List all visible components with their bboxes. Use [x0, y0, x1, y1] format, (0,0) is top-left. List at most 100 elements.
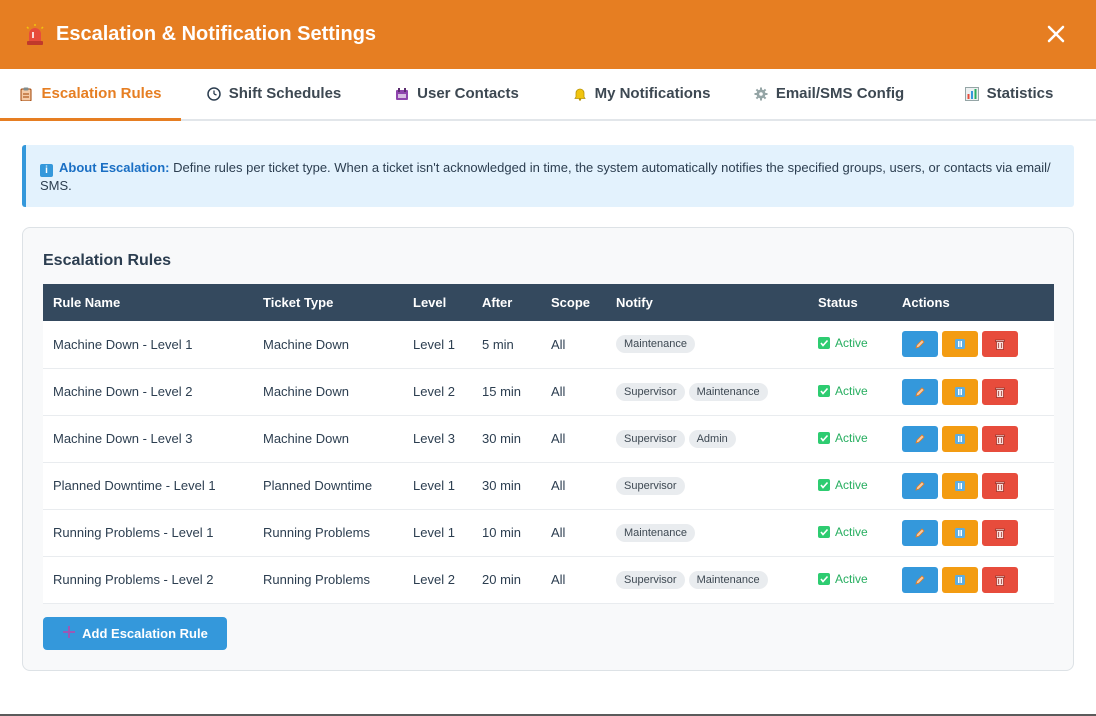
row-actions — [902, 472, 1044, 499]
delete-button[interactable] — [982, 331, 1018, 358]
status-text: Active — [835, 430, 868, 445]
column-header: After — [482, 295, 513, 310]
status-cell: Active — [808, 556, 892, 603]
trash-icon — [994, 574, 1006, 586]
table-header-row: Rule Name Ticket Type Level After Scope … — [43, 284, 1054, 321]
status-badge: Active — [818, 431, 868, 445]
notify-badge: Supervisor — [616, 382, 685, 401]
scope-cell: All — [551, 384, 566, 399]
row-actions — [902, 331, 1044, 358]
tab-escalation-rules[interactable]: Escalation Rules — [0, 69, 181, 121]
level-cell: Level 1 — [413, 336, 455, 352]
table-row: Running Problems - Level 1 Running Proble… — [43, 509, 1054, 556]
pause-button[interactable] — [942, 378, 978, 405]
pause-icon — [954, 338, 966, 350]
edit-button[interactable] — [902, 566, 938, 593]
actions-cell — [892, 462, 1054, 509]
row-actions — [902, 519, 1044, 546]
delete-button[interactable] — [982, 425, 1018, 452]
clock-icon — [206, 86, 221, 101]
level-cell: Level 1 — [413, 525, 455, 540]
scope-cell: All — [551, 431, 566, 446]
settings-modal: Escalation & Notification Settings Escal… — [0, 0, 1096, 714]
tab-user-contacts[interactable]: User Contacts — [367, 69, 547, 121]
pause-icon — [954, 480, 966, 492]
pencil-icon — [914, 433, 926, 445]
notify-badge: Maintenance — [688, 382, 768, 401]
plus-icon — [62, 625, 76, 642]
tab-label: User Contacts — [417, 85, 519, 102]
scope-cell: All — [551, 572, 566, 587]
tab-email-sms-config[interactable]: Email/SMS Config — [736, 69, 922, 121]
pencil-icon — [914, 527, 926, 539]
row-actions — [902, 566, 1044, 593]
status-badge: Active — [818, 572, 868, 586]
status-cell: Active — [808, 509, 892, 556]
bell-icon — [573, 87, 587, 101]
status-text: Active — [835, 383, 868, 398]
edit-button[interactable] — [902, 331, 938, 358]
tab-shift-schedules[interactable]: Shift Schedules — [181, 69, 367, 121]
notify-badge: Maintenance — [688, 570, 768, 589]
after-cell: 5 min — [482, 336, 514, 352]
tab-label: Shift Schedules — [228, 85, 342, 102]
pause-button[interactable] — [942, 566, 978, 593]
column-header: Level — [413, 295, 447, 310]
pause-button[interactable] — [942, 331, 978, 358]
check-icon — [818, 478, 830, 491]
level-cell: Level 2 — [413, 572, 455, 587]
rule-name-cell: Machine Down - Level 3 — [53, 431, 193, 446]
modal-title: Escalation & Notification Settings — [24, 23, 376, 46]
trash-icon — [994, 480, 1006, 492]
column-header: Actions — [902, 295, 950, 310]
status-badge: Active — [818, 336, 868, 350]
close-icon — [1047, 25, 1065, 43]
level-cell: Level 1 — [413, 478, 455, 493]
delete-button[interactable] — [982, 519, 1018, 546]
column-header: Notify — [616, 295, 653, 310]
check-icon — [818, 572, 830, 585]
status-text: Active — [835, 336, 868, 351]
tab-label: My Notifications — [594, 85, 711, 102]
pause-button[interactable] — [942, 519, 978, 546]
delete-button[interactable] — [982, 378, 1018, 405]
close-button[interactable] — [1044, 22, 1068, 46]
trash-icon — [994, 433, 1006, 445]
actions-cell — [892, 556, 1054, 603]
status-cell: Active — [808, 321, 892, 368]
edit-button[interactable] — [902, 519, 938, 546]
edit-button[interactable] — [902, 425, 938, 452]
after-cell: 15 min — [482, 384, 522, 399]
notify-cell: Supervisor Maintenance — [606, 368, 808, 415]
modal-header: Escalation & Notification Settings — [0, 0, 1096, 69]
pause-button[interactable] — [942, 425, 978, 452]
edit-button[interactable] — [902, 378, 938, 405]
tab-statistics[interactable]: Statistics — [922, 69, 1096, 121]
tab-bar: Escalation Rules Shift Schedules User Co… — [0, 69, 1096, 121]
delete-button[interactable] — [982, 472, 1018, 499]
delete-button[interactable] — [982, 566, 1018, 593]
info-text: Define rules per ticket type. When a tic… — [40, 160, 1051, 193]
pencil-icon — [914, 574, 926, 586]
check-icon — [818, 384, 830, 397]
after-cell: 30 min — [482, 478, 522, 493]
table-row: Machine Down - Level 1 Machine Down Level … — [43, 321, 1054, 368]
tab-my-notifications[interactable]: My Notifications — [547, 69, 736, 121]
pencil-icon — [914, 480, 926, 492]
notify-cell: Maintenance — [606, 321, 808, 368]
pause-button[interactable] — [942, 472, 978, 499]
row-actions — [902, 425, 1044, 452]
column-header: Ticket Type — [263, 295, 334, 310]
add-escalation-rule-button[interactable]: Add Escalation Rule — [43, 617, 227, 650]
ticket-type-cell: Machine Down — [263, 431, 349, 446]
ticket-type-cell: Machine Down — [263, 384, 349, 399]
rule-name-cell: Planned Downtime - Level 1 — [53, 478, 216, 493]
edit-button[interactable] — [902, 472, 938, 499]
check-icon — [818, 337, 830, 350]
status-cell: Active — [808, 415, 892, 462]
column-header: Rule Name — [53, 295, 121, 310]
rule-name-cell: Running Problems - Level 2 — [53, 572, 214, 587]
clipboard-icon — [19, 87, 33, 101]
pause-icon — [954, 386, 966, 398]
rule-name-cell: Machine Down - Level 1 — [53, 336, 193, 352]
